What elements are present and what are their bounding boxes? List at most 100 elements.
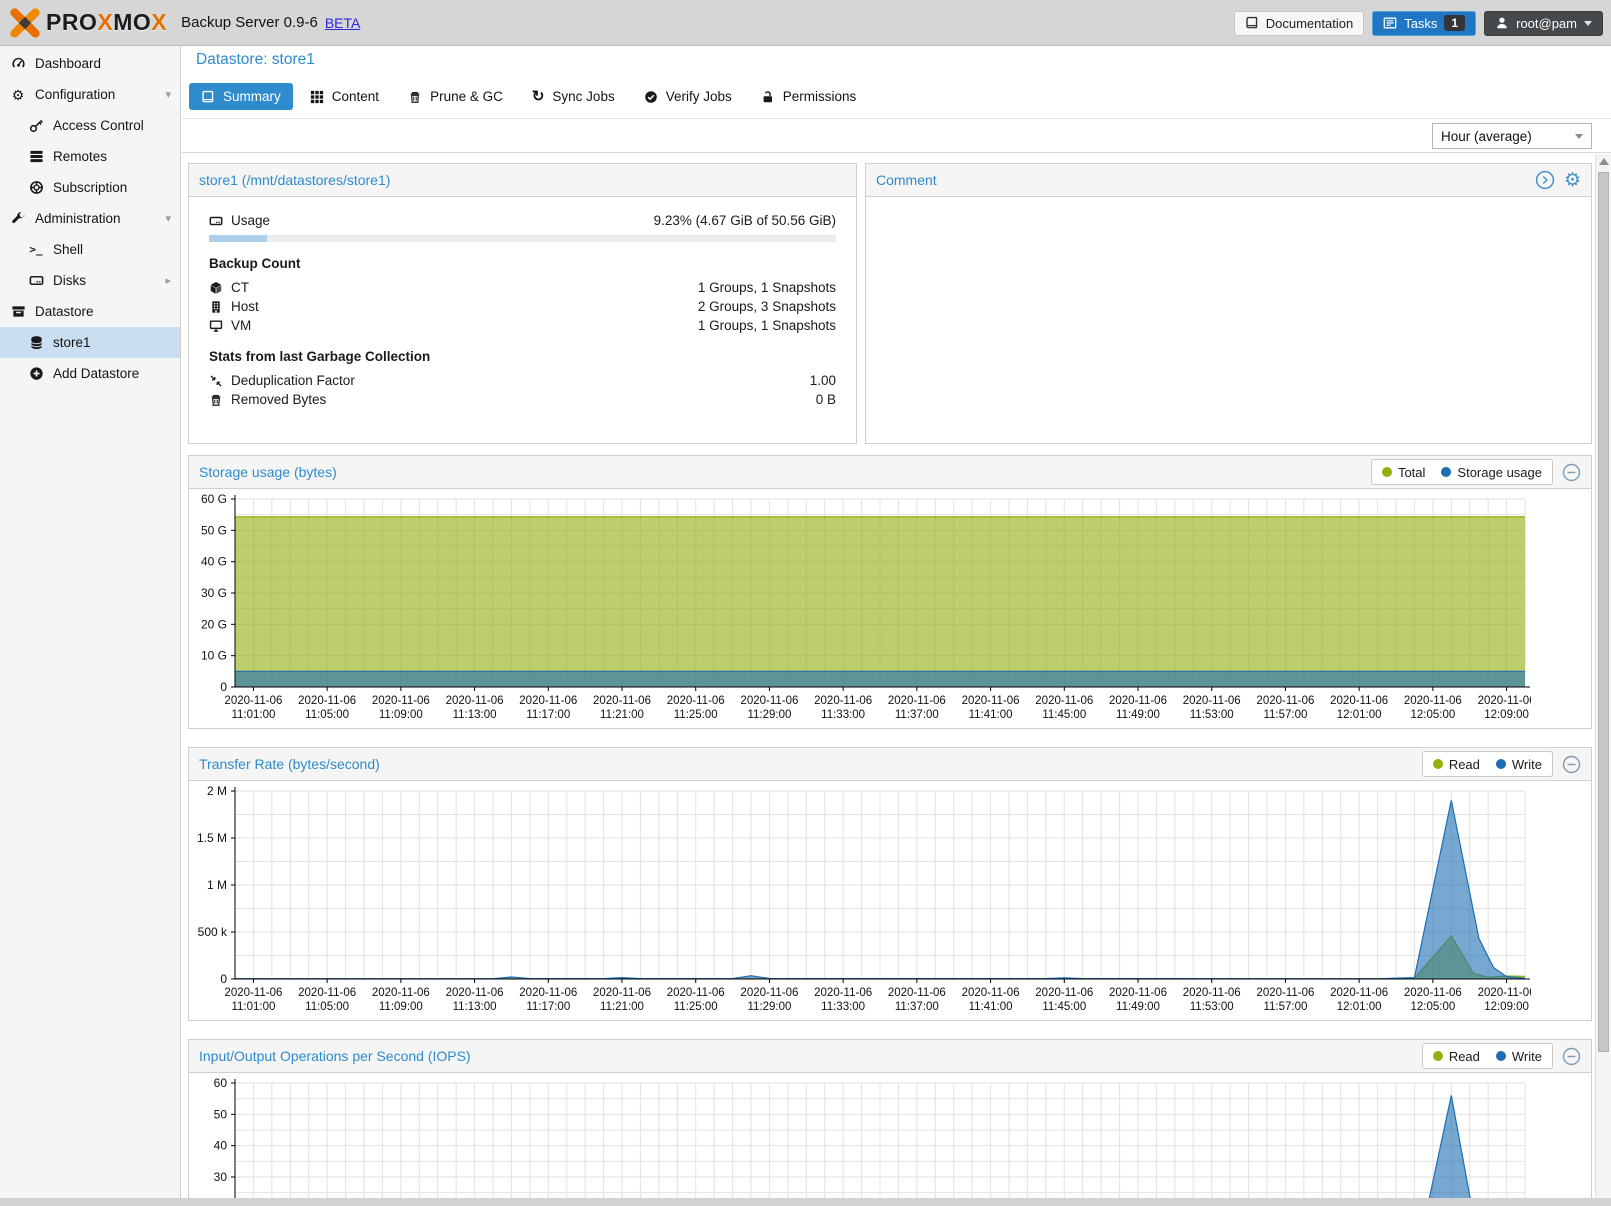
- tab-verify-jobs[interactable]: Verify Jobs: [632, 83, 744, 110]
- collapse-caret-icon[interactable]: ▾: [165, 88, 171, 101]
- svg-text:60 G: 60 G: [201, 492, 227, 506]
- tasks-count-badge: 1: [1444, 15, 1465, 31]
- check-circle-icon: [644, 90, 658, 104]
- legend-dot-icon: [1433, 1051, 1443, 1061]
- sidebar: Dashboard ⚙ Configuration ▾ Access Contr…: [0, 46, 181, 1206]
- legend-dot-icon: [1496, 1051, 1506, 1061]
- chevron-down-icon: [1575, 134, 1583, 139]
- product-name: Backup Server 0.9-6: [181, 14, 318, 31]
- svg-text:11:57:00: 11:57:00: [1263, 1001, 1307, 1013]
- svg-text:2020-11-06: 2020-11-06: [1330, 987, 1388, 999]
- sidebar-item-datastore[interactable]: Datastore: [0, 296, 180, 327]
- svg-text:40 G: 40 G: [201, 555, 227, 569]
- tasks-button[interactable]: Tasks 1: [1372, 11, 1476, 36]
- timeframe-select[interactable]: Hour (average): [1432, 123, 1592, 149]
- user-menu-button[interactable]: root@pam: [1484, 11, 1603, 36]
- hdd-icon: [28, 273, 44, 289]
- sidebar-item-add-datastore[interactable]: Add Datastore: [0, 358, 180, 389]
- sidebar-item-store1[interactable]: store1: [0, 327, 180, 358]
- user-icon: [1495, 16, 1509, 30]
- terminal-icon: >_: [28, 242, 44, 258]
- archive-box-icon: [10, 304, 26, 320]
- tab-prune-gc[interactable]: Prune & GC: [396, 83, 515, 110]
- sidebar-item-disks[interactable]: Disks ▸: [0, 265, 180, 296]
- collapse-minus-circle-icon[interactable]: [1562, 755, 1581, 774]
- sidebar-item-access-control[interactable]: Access Control: [0, 110, 180, 141]
- page-title: Datastore: store1: [196, 51, 315, 69]
- chevron-right-circle-icon[interactable]: [1535, 170, 1555, 190]
- gear-icon[interactable]: ⚙: [1564, 171, 1581, 190]
- transfer-rate-chart: 0500 k1 M1.5 M2 M2020-11-0611:01:002020-…: [190, 781, 1531, 1019]
- svg-text:11:41:00: 11:41:00: [969, 1001, 1013, 1013]
- sidebar-item-shell[interactable]: >_ Shell: [0, 234, 180, 265]
- sidebar-item-configuration[interactable]: ⚙ Configuration ▾: [0, 79, 180, 110]
- legend-item[interactable]: Total: [1382, 465, 1425, 480]
- gc-stats-title: Stats from last Garbage Collection: [209, 349, 836, 366]
- legend-item[interactable]: Storage usage: [1441, 465, 1542, 480]
- expand-caret-icon[interactable]: ▸: [165, 274, 171, 287]
- book-icon: [201, 90, 215, 104]
- scroll-up-arrow-icon[interactable]: [1599, 158, 1609, 165]
- trash-icon: [408, 90, 422, 104]
- svg-text:11:33:00: 11:33:00: [821, 709, 865, 721]
- tab-content[interactable]: Content: [298, 83, 391, 110]
- svg-text:2020-11-06: 2020-11-06: [740, 695, 798, 707]
- tab-permissions[interactable]: Permissions: [749, 83, 869, 110]
- legend-item[interactable]: Read: [1433, 1049, 1480, 1064]
- iops-panel: Input/Output Operations per Second (IOPS…: [188, 1039, 1592, 1206]
- tab-sync-jobs[interactable]: ↻ Sync Jobs: [520, 83, 627, 110]
- grid-icon: [310, 90, 324, 104]
- compress-icon: [209, 374, 223, 388]
- scrollbar[interactable]: [1595, 154, 1611, 1198]
- proxmox-x-icon: [8, 8, 42, 38]
- legend-item[interactable]: Write: [1496, 1049, 1542, 1064]
- documentation-button[interactable]: Documentation: [1234, 11, 1364, 36]
- sidebar-item-dashboard[interactable]: Dashboard: [0, 48, 180, 79]
- iops-chart: 01020304050602020-11-0611:01:002020-11-0…: [190, 1073, 1531, 1206]
- legend-item[interactable]: Write: [1496, 757, 1542, 772]
- sidebar-item-subscription[interactable]: Subscription: [0, 172, 180, 203]
- svg-text:12:05:00: 12:05:00: [1410, 709, 1455, 721]
- tab-bar: Summary Content Prune & GC ↻ Sync Jobs V…: [189, 83, 868, 110]
- svg-text:30: 30: [214, 1170, 228, 1184]
- svg-text:2020-11-06: 2020-11-06: [1256, 695, 1314, 707]
- usage-progress-fill: [209, 235, 267, 242]
- svg-text:1.5 M: 1.5 M: [197, 831, 227, 845]
- svg-text:11:53:00: 11:53:00: [1190, 1001, 1234, 1013]
- legend-dot-icon: [1433, 759, 1443, 769]
- sidebar-item-administration[interactable]: Administration ▾: [0, 203, 180, 234]
- comment-body: [866, 197, 1591, 443]
- svg-text:30 G: 30 G: [201, 586, 227, 600]
- svg-text:12:01:00: 12:01:00: [1337, 1001, 1382, 1013]
- svg-text:12:09:00: 12:09:00: [1484, 1001, 1529, 1013]
- task-list-icon: [1383, 16, 1397, 30]
- svg-text:2020-11-06: 2020-11-06: [519, 987, 577, 999]
- svg-text:11:01:00: 11:01:00: [231, 709, 275, 721]
- tab-summary[interactable]: Summary: [189, 83, 293, 110]
- database-icon: [28, 335, 44, 351]
- usage-progress-bar: [209, 235, 836, 242]
- datastore-summary-panel: store1 (/mnt/datastores/store1) Usage 9.…: [188, 163, 857, 444]
- scrollbar-thumb[interactable]: [1598, 172, 1609, 1052]
- beta-link[interactable]: BETA: [325, 15, 361, 31]
- svg-text:11:53:00: 11:53:00: [1190, 709, 1234, 721]
- proxmox-logo: PROXMOX: [8, 8, 167, 38]
- svg-text:11:49:00: 11:49:00: [1116, 1001, 1160, 1013]
- svg-text:2020-11-06: 2020-11-06: [593, 987, 651, 999]
- svg-text:60: 60: [214, 1076, 228, 1090]
- summary-toolbar: Hour (average): [182, 118, 1611, 153]
- svg-text:11:49:00: 11:49:00: [1116, 709, 1160, 721]
- svg-text:11:01:00: 11:01:00: [231, 1001, 275, 1013]
- unlock-icon: [761, 90, 775, 104]
- svg-text:2020-11-06: 2020-11-06: [224, 987, 282, 999]
- storage-usage-chart: 010 G20 G30 G40 G50 G60 G2020-11-0611:01…: [190, 489, 1531, 727]
- dashboard-gauge-icon: [10, 56, 26, 72]
- collapse-caret-icon[interactable]: ▾: [165, 212, 171, 225]
- collapse-minus-circle-icon[interactable]: [1562, 1047, 1581, 1066]
- svg-text:2020-11-06: 2020-11-06: [1478, 695, 1531, 707]
- legend-item[interactable]: Read: [1433, 757, 1480, 772]
- chart-title: Input/Output Operations per Second (IOPS…: [199, 1048, 471, 1064]
- app-header: PROXMOX Backup Server 0.9-6 BETA Documen…: [0, 0, 1611, 46]
- sidebar-item-remotes[interactable]: Remotes: [0, 141, 180, 172]
- collapse-minus-circle-icon[interactable]: [1562, 463, 1581, 482]
